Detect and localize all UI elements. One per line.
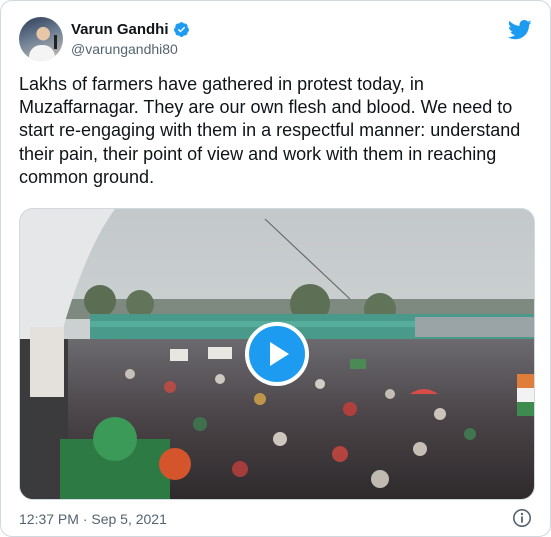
author-name-row: Varun Gandhi (71, 21, 190, 38)
avatar[interactable] (19, 17, 63, 61)
author-name[interactable]: Varun Gandhi (71, 21, 169, 38)
avatar-microphone (54, 35, 57, 49)
tweet-header: Varun Gandhi @varungandhi80 (19, 15, 532, 63)
info-icon[interactable] (512, 508, 532, 528)
play-icon (270, 342, 289, 366)
verified-badge-icon (173, 21, 190, 38)
avatar-figure (29, 45, 55, 61)
tweet-text: Lakhs of farmers have gathered in protes… (19, 74, 521, 187)
twitter-bird-icon[interactable] (507, 19, 532, 41)
play-button[interactable] (245, 322, 309, 386)
tweet-timestamp[interactable]: 12:37 PM · Sep 5, 2021 (19, 511, 167, 527)
author-handle[interactable]: @varungandhi80 (71, 41, 178, 57)
video-player[interactable] (19, 208, 535, 500)
tweet-card[interactable]: Varun Gandhi @varungandhi80 Lakhs of far… (0, 0, 551, 537)
